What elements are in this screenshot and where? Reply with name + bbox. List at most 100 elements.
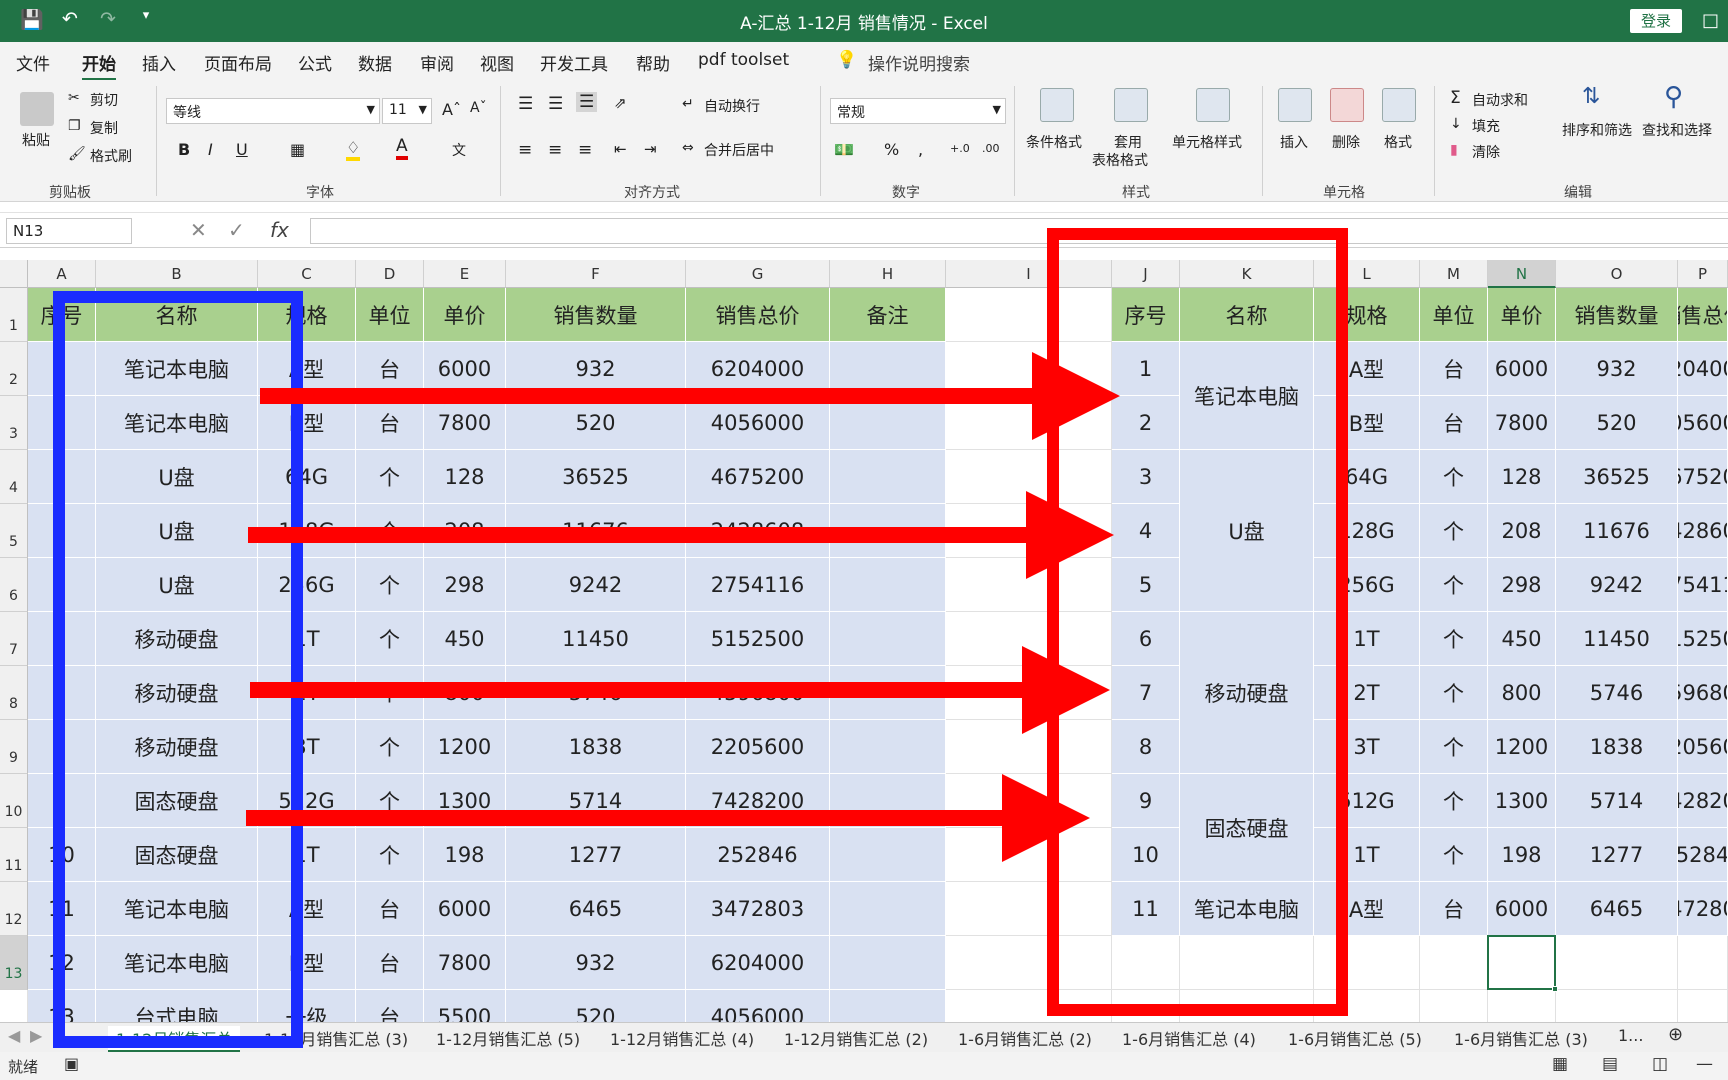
right-header-cell[interactable]: 单位 (1420, 288, 1488, 342)
left-table-cell[interactable]: 128 (424, 450, 506, 504)
left-table-cell[interactable]: 1T (258, 612, 356, 666)
right-table-cell[interactable]: 1T (1314, 828, 1420, 882)
right-header-cell[interactable]: 规格 (1314, 288, 1420, 342)
left-table-cell[interactable]: U盘 (96, 450, 258, 504)
left-table-cell[interactable] (830, 720, 946, 774)
left-table-cell[interactable]: 520 (506, 396, 686, 450)
italic-icon[interactable]: I (208, 140, 213, 159)
left-table-cell[interactable]: 6465 (506, 882, 686, 936)
align-middle-icon[interactable]: ☰ (548, 94, 563, 114)
left-header-cell[interactable]: 备注 (830, 288, 946, 342)
accounting-format-icon[interactable]: 💵 (834, 140, 854, 159)
column-header-e[interactable]: E (424, 260, 506, 288)
right-table-cell[interactable]: 2T (1314, 666, 1420, 720)
left-table-cell[interactable]: 台 (356, 882, 424, 936)
right-table-cell[interactable]: 1277 (1556, 828, 1678, 882)
left-table-cell[interactable] (830, 396, 946, 450)
right-table-cell[interactable]: 5714 (1556, 774, 1678, 828)
fill-color-icon[interactable]: ♢ (346, 138, 361, 161)
left-table-cell[interactable] (830, 558, 946, 612)
right-table-cell[interactable]: 4056000 (1678, 396, 1728, 450)
right-name-merged-cell[interactable]: 笔记本电脑 (1180, 882, 1314, 936)
decrease-decimal-icon[interactable]: .00 (982, 142, 1000, 155)
wrap-text-button[interactable]: 自动换行 (704, 96, 760, 116)
align-right-icon[interactable]: ≡ (578, 140, 592, 160)
right-table-cell[interactable]: 5152500 (1678, 612, 1728, 666)
left-table-cell[interactable]: 6204000 (686, 342, 830, 396)
cut-button[interactable]: 剪切 (90, 90, 118, 110)
right-seq-cell[interactable]: 1 (1112, 342, 1180, 396)
add-sheet-icon[interactable]: ⊕ (1668, 1024, 1683, 1045)
tab-view[interactable]: 视图 (480, 50, 514, 75)
left-table-cell[interactable] (830, 882, 946, 936)
left-table-cell[interactable]: 个 (356, 450, 424, 504)
right-table-cell[interactable]: 4675200 (1678, 450, 1728, 504)
left-table-cell[interactable]: 3T (258, 720, 356, 774)
column-header-h[interactable]: H (830, 260, 946, 288)
sheet-scroll-right-icon[interactable]: ▶ (30, 1026, 42, 1045)
sheet-tab[interactable]: 1-12月销售汇总 (3) (264, 1026, 408, 1050)
align-center-icon[interactable]: ≡ (548, 140, 562, 160)
right-table-cell[interactable]: 台 (1420, 882, 1488, 936)
row-header-10[interactable]: 10 (0, 774, 28, 828)
left-table-cell[interactable]: 3472803 (686, 882, 830, 936)
left-table-cell[interactable]: 笔记本电脑 (96, 396, 258, 450)
tab-review[interactable]: 审阅 (420, 50, 454, 75)
right-table-cell[interactable]: 4596800 (1678, 666, 1728, 720)
left-table-cell[interactable]: 6000 (424, 882, 506, 936)
column-header-a[interactable]: A (28, 260, 96, 288)
left-table-cell[interactable]: 个 (356, 828, 424, 882)
cell-styles-button[interactable]: 单元格样式 (1172, 132, 1242, 152)
left-table-cell[interactable]: 208 (424, 504, 506, 558)
right-table-cell[interactable]: 36525 (1556, 450, 1678, 504)
decrease-indent-icon[interactable]: ⇤ (614, 140, 627, 158)
left-table-cell[interactable] (830, 342, 946, 396)
fill-handle[interactable] (1552, 986, 1558, 992)
sheet-scroll-left-icon[interactable]: ◀ (8, 1026, 20, 1045)
right-table-cell[interactable]: 台 (1420, 396, 1488, 450)
column-header-k[interactable]: K (1180, 260, 1314, 288)
right-table-cell[interactable]: 1T (1314, 612, 1420, 666)
right-seq-cell[interactable]: 6 (1112, 612, 1180, 666)
right-seq-cell[interactable]: 7 (1112, 666, 1180, 720)
macro-record-icon[interactable]: ▣ (64, 1054, 79, 1073)
row-header-1[interactable]: 1 (0, 288, 28, 342)
column-header-d[interactable]: D (356, 260, 424, 288)
spreadsheet-grid[interactable]: A B C D E F G H I J K L M N O P 1 2 3 4 5 6 7 8 9 10 11 12 13 序号 名称 规格单… (0, 248, 1728, 1028)
page-break-view-icon[interactable]: ◫ (1652, 1054, 1668, 1074)
active-cell-selection[interactable] (1487, 935, 1558, 992)
right-table-cell[interactable]: 252846 (1678, 828, 1728, 882)
left-table-cell[interactable]: B型 (258, 936, 356, 990)
left-table-cell[interactable]: 2428608 (686, 504, 830, 558)
row-header-7[interactable]: 7 (0, 612, 28, 666)
left-table-cell[interactable]: 11 (28, 882, 96, 936)
copy-button[interactable]: 复制 (90, 118, 118, 138)
row-header-12[interactable]: 12 (0, 882, 28, 936)
right-table-cell[interactable]: 128 (1488, 450, 1556, 504)
left-table-cell[interactable] (28, 396, 96, 450)
left-table-cell[interactable] (830, 450, 946, 504)
left-header-cell[interactable]: 销售数量 (506, 288, 686, 342)
left-table-cell[interactable]: 36525 (506, 450, 686, 504)
right-table-cell[interactable]: 450 (1488, 612, 1556, 666)
column-header-m[interactable]: M (1420, 260, 1488, 288)
left-table-cell[interactable]: 10 (28, 828, 96, 882)
tab-developer[interactable]: 开发工具 (540, 50, 608, 75)
left-table-cell[interactable]: 1T (258, 828, 356, 882)
left-table-cell[interactable] (28, 720, 96, 774)
right-table-cell[interactable]: 5746 (1556, 666, 1678, 720)
right-table-cell[interactable]: 256G (1314, 558, 1420, 612)
left-table-cell[interactable]: 7800 (424, 396, 506, 450)
left-table-cell[interactable]: 4675200 (686, 450, 830, 504)
right-name-merged-cell[interactable]: 笔记本电脑 (1180, 342, 1314, 450)
right-table-cell[interactable]: 个 (1420, 504, 1488, 558)
right-name-merged-cell[interactable]: U盘 (1180, 450, 1314, 612)
right-table-cell[interactable]: 7800 (1488, 396, 1556, 450)
format-as-table-button-line1[interactable]: 套用 (1114, 132, 1142, 152)
left-header-cell[interactable]: 规格 (258, 288, 356, 342)
right-table-cell[interactable]: 6465 (1556, 882, 1678, 936)
left-table-cell[interactable] (28, 774, 96, 828)
right-table-cell[interactable]: 3472803 (1678, 882, 1728, 936)
align-left-icon[interactable]: ≡ (518, 140, 532, 160)
left-table-cell[interactable]: 6204000 (686, 936, 830, 990)
